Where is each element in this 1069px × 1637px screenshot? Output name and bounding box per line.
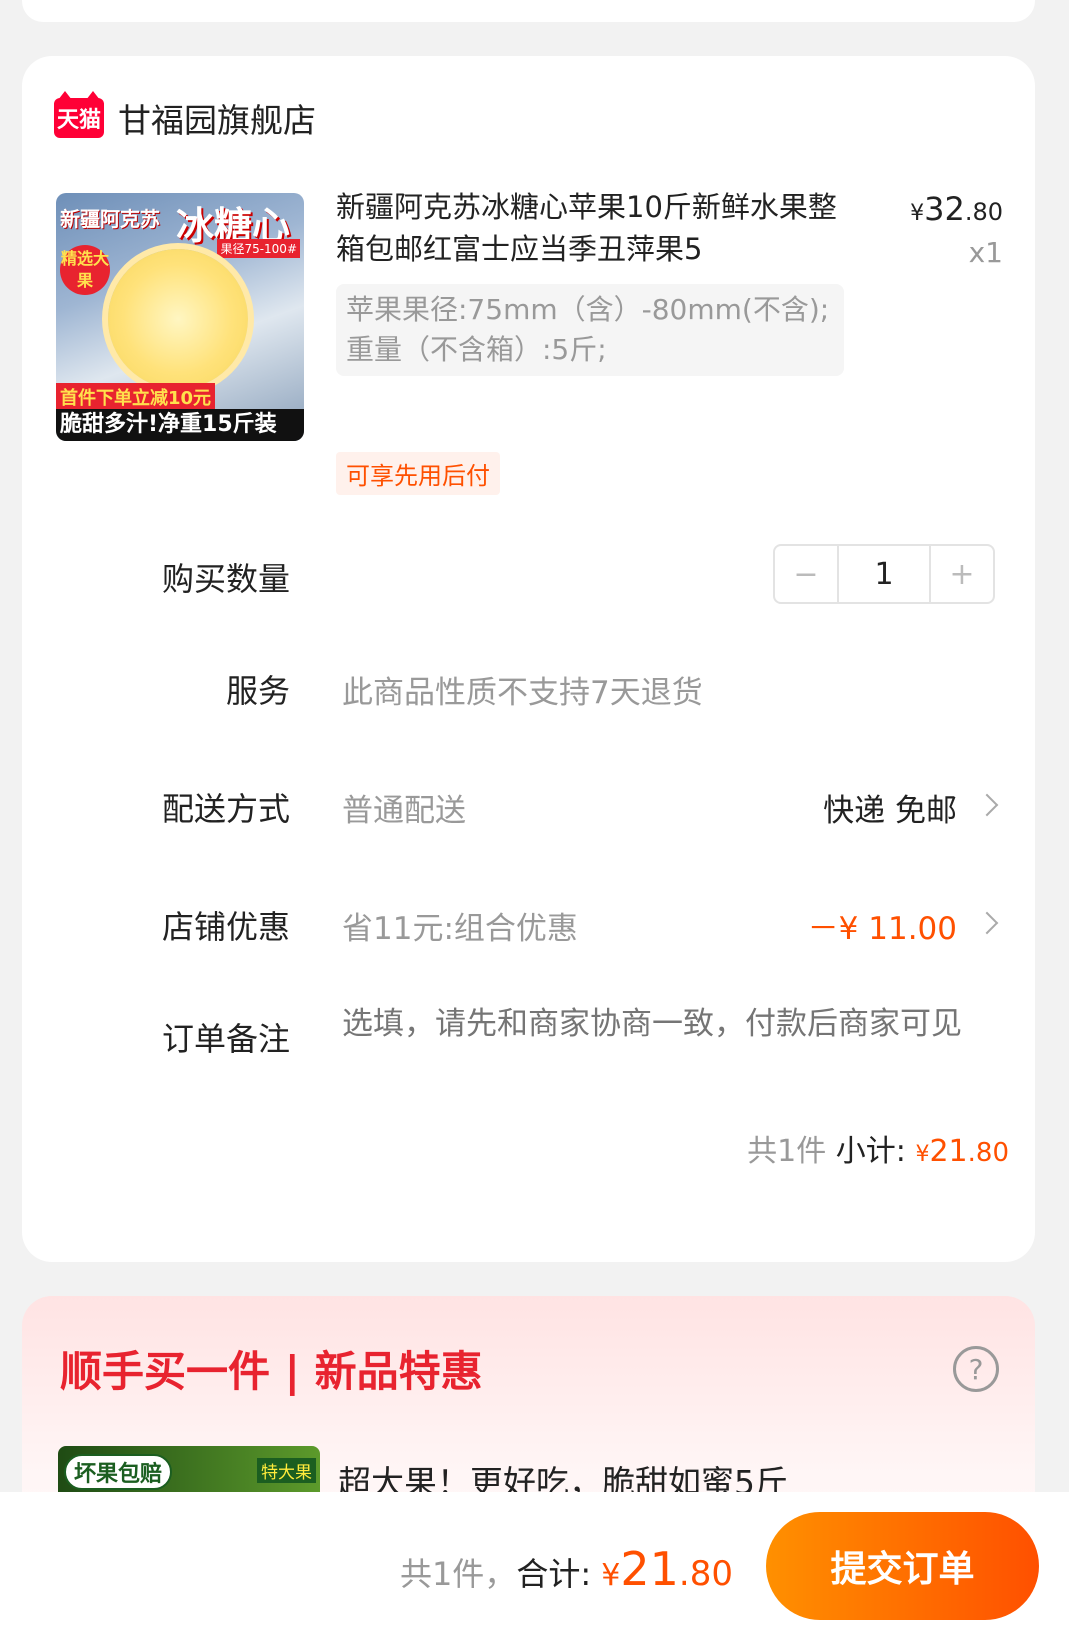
subtotal-symbol: ¥ (915, 1142, 930, 1167)
total-integer: 21 (620, 1542, 679, 1596)
decrease-button[interactable]: − (775, 546, 837, 602)
delivery-chevron-icon[interactable] (975, 793, 999, 817)
total-symbol: ¥ (601, 1558, 621, 1593)
subtotal-decimal: .80 (967, 1138, 1009, 1168)
delivery-label: 配送方式 (161, 790, 290, 828)
submit-order-button[interactable]: 提交订单 (766, 1512, 1039, 1620)
product-image-promo-band: 首件下单立减10元 (56, 383, 216, 411)
product-sku[interactable]: 苹果果径:75mm（含）-80mm(不含);重量（不含箱）:5斤; (336, 284, 844, 376)
service-label: 服务 (225, 672, 290, 710)
total: 共1件，合计: ¥21.80 (400, 1542, 733, 1596)
subtotal-count: 共1件 (747, 1134, 827, 1169)
price-decimal: .80 (964, 198, 1003, 226)
product-image-weight-band: 脆甜多汁!净重15斤装 (56, 409, 304, 441)
product-image-pick-badge: 精选大果 (60, 245, 110, 295)
promo-title: 顺手买一件 | 新品特惠 (60, 1347, 483, 1396)
price-symbol: ¥ (910, 201, 925, 226)
subtotal: 共1件 小计: ¥21.80 (747, 1126, 1009, 1170)
discount-value: 省11元:组合优惠 (342, 911, 578, 947)
quantity-label: 购买数量 (161, 560, 290, 598)
order-note-input[interactable] (342, 1006, 972, 1042)
subtotal-amount: ¥21.80 (915, 1134, 1009, 1169)
delivery-value: 普通配送 (342, 793, 466, 829)
service-value: 此商品性质不支持7天退货 (342, 675, 703, 711)
promo-badge-guarantee: 坏果包赔 (64, 1454, 173, 1490)
discount-amount[interactable]: －¥ 11.00 (808, 903, 957, 948)
store-header[interactable]: 天猫 甘福园旗舰店 (54, 91, 316, 142)
store-order-card: 天猫 甘福园旗舰店 新疆阿克苏 冰糖心 果径75-100# 精选大果 首件下单立… (22, 56, 1035, 1262)
discount-label: 店铺优惠 (161, 908, 290, 946)
product-image-size-tag: 果径75-100# (217, 239, 300, 258)
subtotal-label: 小计: (835, 1134, 906, 1169)
note-label: 订单备注 (161, 1020, 290, 1058)
tmall-logo-icon: 天猫 (54, 91, 104, 138)
discount-chevron-icon[interactable] (975, 911, 999, 935)
quantity-value[interactable]: 1 (837, 546, 931, 602)
apple-image (108, 249, 248, 389)
bottom-bar: 共1件，合计: ¥21.80 提交订单 (0, 1492, 1069, 1637)
store-name[interactable]: 甘福园旗舰店 (118, 94, 316, 142)
product-quantity: x1 (968, 236, 1003, 269)
delivery-option[interactable]: 快递 免邮 (823, 785, 957, 830)
subtotal-integer: 21 (929, 1134, 968, 1169)
total-label: 合计: (516, 1555, 592, 1593)
quantity-stepper: − 1 + (773, 544, 995, 604)
product-price: ¥32.80 (910, 190, 1003, 228)
total-amount: ¥21.80 (601, 1542, 733, 1596)
total-count: 共1件， (399, 1555, 517, 1593)
pay-later-tag: 可享先用后付 (336, 452, 500, 495)
increase-button[interactable]: + (931, 546, 993, 602)
product-image-title: 新疆阿克苏 (60, 207, 160, 231)
product-image[interactable]: 新疆阿克苏 冰糖心 果径75-100# 精选大果 首件下单立减10元 脆甜多汁!… (56, 193, 304, 441)
previous-card (22, 0, 1035, 22)
price-integer: 32 (924, 190, 965, 228)
product-title[interactable]: 新疆阿克苏冰糖心苹果10斤新鲜水果整箱包邮红富士应当季丑萍果5 (336, 186, 846, 270)
total-decimal: .80 (678, 1554, 733, 1594)
help-icon[interactable]: ? (953, 1346, 999, 1392)
promo-badge-size: 特大果 (257, 1458, 316, 1483)
